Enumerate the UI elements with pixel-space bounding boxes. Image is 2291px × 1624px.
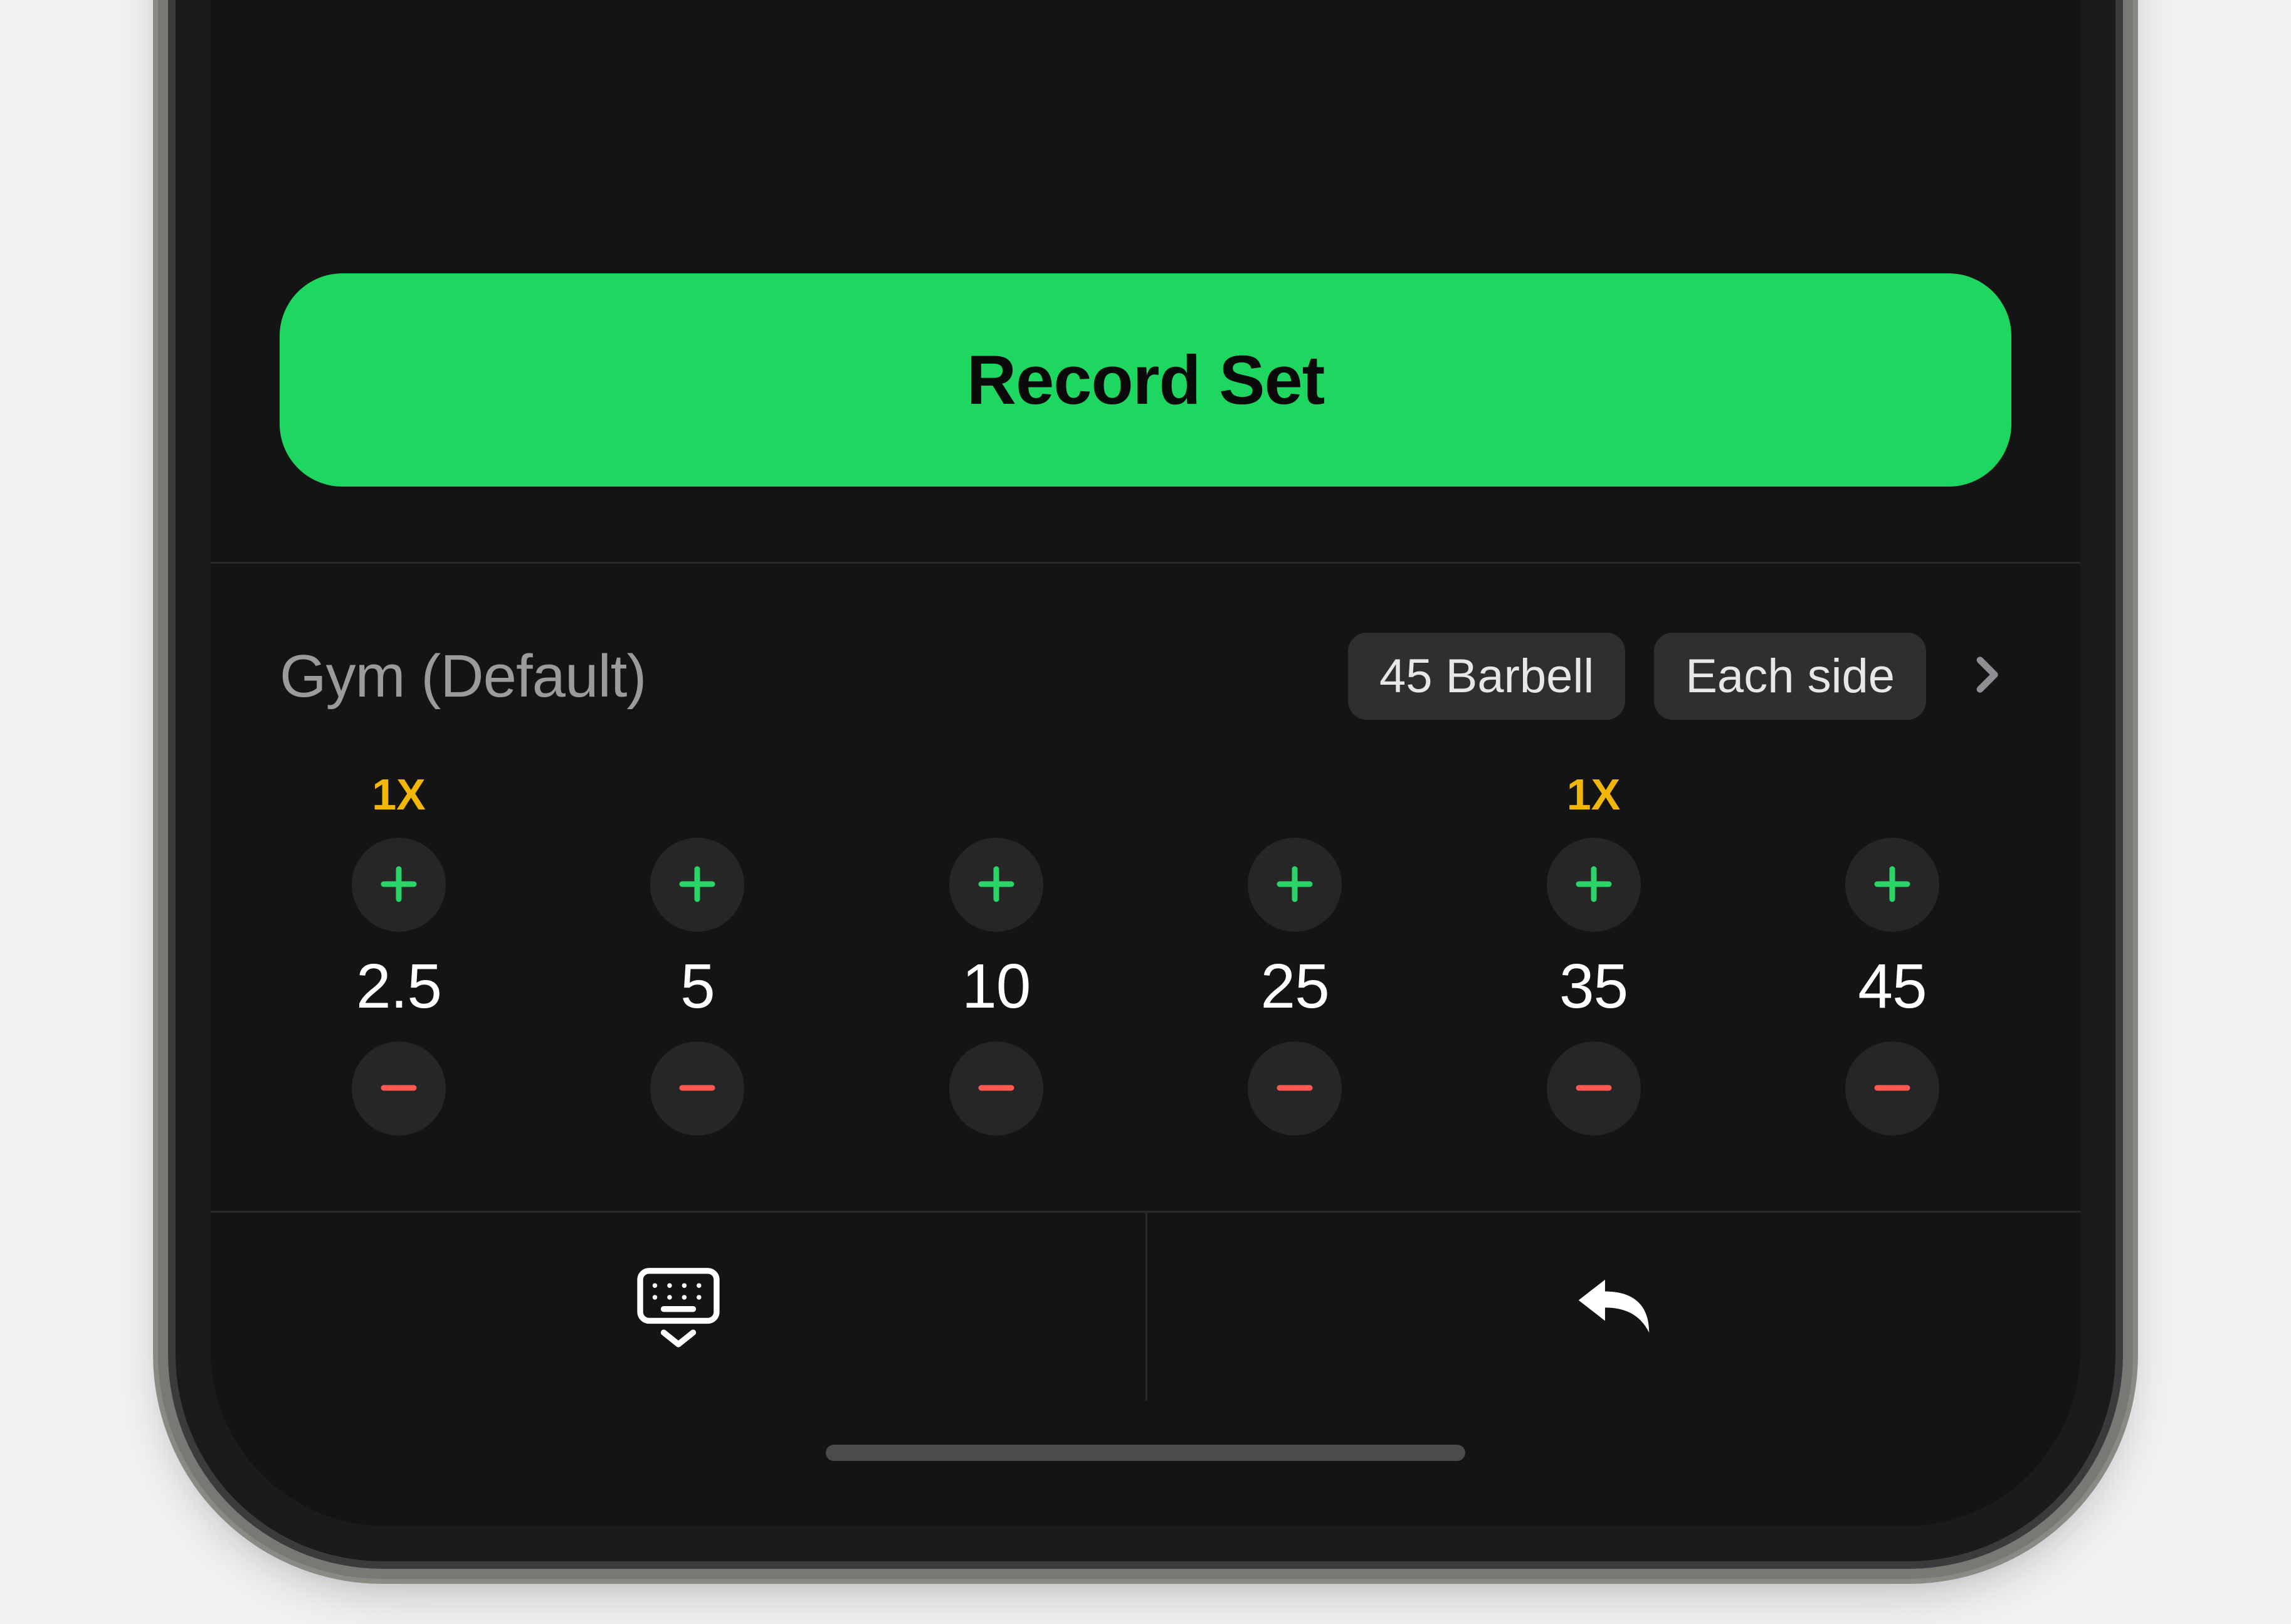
plus-icon bbox=[675, 862, 720, 909]
remove-plate-button[interactable] bbox=[1248, 1041, 1342, 1136]
add-plate-button[interactable] bbox=[1547, 838, 1641, 932]
plus-icon bbox=[1870, 862, 1915, 909]
minus-icon bbox=[1870, 1065, 1915, 1112]
plate-column: 0X10 bbox=[883, 770, 1109, 1136]
minus-icon bbox=[1272, 1065, 1317, 1112]
gym-label: Gym (Default) bbox=[280, 642, 1319, 711]
plate-weight-label: 2.5 bbox=[356, 951, 441, 1023]
home-indicator bbox=[211, 1401, 2080, 1526]
each-side-chip: Each side bbox=[1654, 633, 1926, 720]
plate-column: 0X5 bbox=[584, 770, 810, 1136]
add-plate-button[interactable] bbox=[650, 838, 744, 932]
minus-icon bbox=[1571, 1065, 1616, 1112]
undo-button[interactable] bbox=[1146, 1213, 2080, 1401]
add-plate-button[interactable] bbox=[352, 838, 446, 932]
plate-weight-label: 45 bbox=[1858, 951, 1926, 1023]
barbell-weight-chip: 45 Barbell bbox=[1348, 633, 1625, 720]
keyboard-dismiss-icon bbox=[631, 1259, 725, 1355]
plate-weight-label: 5 bbox=[680, 951, 715, 1023]
phone-screen: Record Set Gym (Default) 45 Barbell Each… bbox=[211, 0, 2080, 1526]
remove-plate-button[interactable] bbox=[1845, 1041, 1939, 1136]
content-area: Record Set Gym (Default) 45 Barbell Each… bbox=[211, 248, 2080, 1526]
plate-weight-label: 10 bbox=[962, 951, 1030, 1023]
plate-config-row[interactable]: Gym (Default) 45 Barbell Each side bbox=[211, 564, 2080, 745]
plate-weight-label: 25 bbox=[1261, 951, 1329, 1023]
remove-plate-button[interactable] bbox=[650, 1041, 744, 1136]
plate-column: 0X45 bbox=[1779, 770, 2005, 1136]
minus-icon bbox=[974, 1065, 1019, 1112]
add-plate-button[interactable] bbox=[1248, 838, 1342, 932]
add-plate-button[interactable] bbox=[1845, 838, 1939, 932]
bottom-action-bar bbox=[211, 1211, 2080, 1401]
plus-icon bbox=[974, 862, 1019, 909]
plate-count-badge: 1X bbox=[1567, 770, 1621, 819]
plus-icon bbox=[1272, 862, 1317, 909]
undo-icon bbox=[1567, 1259, 1661, 1355]
remove-plate-button[interactable] bbox=[949, 1041, 1043, 1136]
remove-plate-button[interactable] bbox=[1547, 1041, 1641, 1136]
phone-frame: Record Set Gym (Default) 45 Barbell Each… bbox=[176, 0, 2115, 1561]
plate-column: 1X 35 bbox=[1481, 770, 1707, 1136]
plate-picker: 1X 2.5 0X5 0X10 0X25 1X 35 0X45 bbox=[211, 745, 2080, 1211]
plus-icon bbox=[376, 862, 421, 909]
chevron-right-icon bbox=[1955, 642, 2011, 711]
minus-icon bbox=[376, 1065, 421, 1112]
plate-column: 0X25 bbox=[1182, 770, 1408, 1136]
plate-count-badge: 1X bbox=[372, 770, 426, 819]
plus-icon bbox=[1571, 862, 1616, 909]
minus-icon bbox=[675, 1065, 720, 1112]
record-set-button[interactable]: Record Set bbox=[280, 273, 2011, 487]
add-plate-button[interactable] bbox=[949, 838, 1043, 932]
dismiss-keyboard-button[interactable] bbox=[211, 1213, 1146, 1401]
plate-column: 1X 2.5 bbox=[286, 770, 512, 1136]
remove-plate-button[interactable] bbox=[352, 1041, 446, 1136]
plate-weight-label: 35 bbox=[1559, 951, 1628, 1023]
